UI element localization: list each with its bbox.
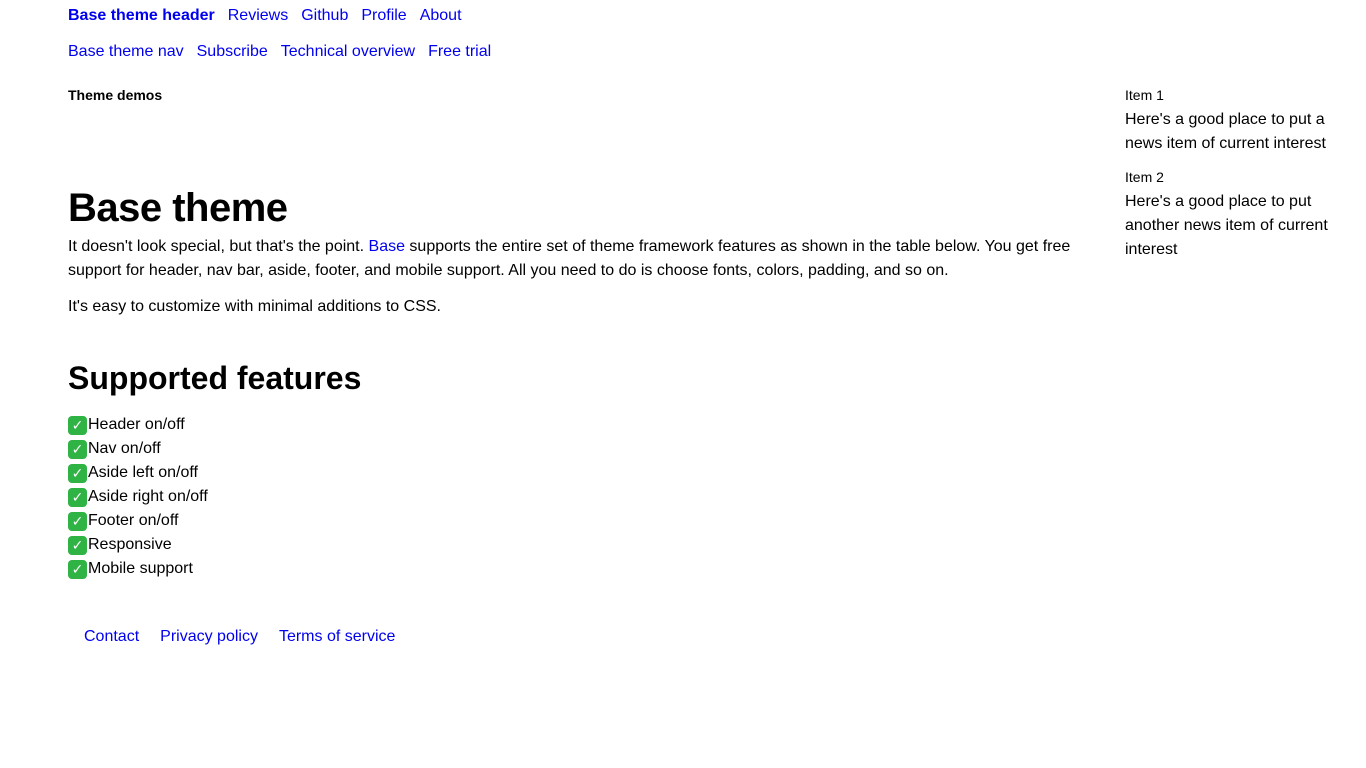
feature-item: ✓ Footer on/off (68, 509, 208, 533)
header-link-reviews[interactable]: Reviews (228, 4, 288, 28)
site-nav: Base theme nav Subscribe Technical overv… (68, 40, 491, 64)
nav-link-subscribe[interactable]: Subscribe (197, 40, 268, 64)
nav-link-technical-overview[interactable]: Technical overview (281, 40, 415, 64)
check-icon: ✓ (68, 487, 87, 507)
feature-label: Nav on/off (88, 440, 161, 457)
news-item: Item 1 Here's a good place to put a news… (1125, 84, 1340, 156)
header-link-github[interactable]: Github (301, 4, 348, 28)
features-list: ✓ Header on/off ✓ Nav on/off ✓ Aside left o… (68, 413, 208, 581)
feature-item: ✓ Mobile support (68, 557, 208, 581)
feature-item: ✓ Aside right on/off (68, 485, 208, 509)
intro-base-link[interactable]: Base (369, 238, 405, 255)
footer-link-privacy-policy[interactable]: Privacy policy (160, 625, 258, 649)
intro-paragraph: It doesn't look special, but that's the … (68, 235, 1088, 283)
features-heading: Supported features (68, 360, 362, 396)
footer-link-terms-of-service[interactable]: Terms of service (279, 625, 395, 649)
news-item-title: Item 2 (1125, 169, 1164, 185)
feature-label: Aside left on/off (88, 464, 198, 481)
header-brand-link[interactable]: Base theme header (68, 4, 215, 28)
nav-link-free-trial[interactable]: Free trial (428, 40, 491, 64)
nav-link-base-theme-nav[interactable]: Base theme nav (68, 40, 184, 64)
feature-label: Mobile support (88, 560, 193, 577)
aside-right: Item 1 Here's a good place to put a news… (1125, 84, 1340, 262)
check-icon: ✓ (68, 535, 87, 555)
news-item-body: Here's a good place to put another news … (1125, 193, 1328, 258)
feature-item: ✓ Header on/off (68, 413, 208, 437)
feature-item: ✓ Responsive (68, 533, 208, 557)
site-footer: Contact Privacy policy Terms of service (84, 625, 395, 649)
feature-label: Footer on/off (88, 512, 179, 529)
check-icon: ✓ (68, 511, 87, 531)
page-title: Base theme (68, 186, 288, 230)
intro-text-start: It doesn't look special, but that's the … (68, 238, 369, 255)
news-item: Item 2 Here's a good place to put anothe… (1125, 166, 1340, 262)
page: Base theme header Reviews Github Profile… (0, 0, 1366, 768)
feature-item: ✓ Aside left on/off (68, 461, 208, 485)
feature-label: Aside right on/off (88, 488, 208, 505)
feature-label: Responsive (88, 536, 172, 553)
feature-item: ✓ Nav on/off (68, 437, 208, 461)
customize-paragraph: It's easy to customize with minimal addi… (68, 298, 441, 315)
check-icon: ✓ (68, 463, 87, 483)
site-header: Base theme header Reviews Github Profile… (68, 4, 462, 28)
footer-link-contact[interactable]: Contact (84, 625, 139, 649)
theme-demos-label: Theme demos (68, 87, 163, 103)
main-content: Theme demos Base theme It doesn't look s… (68, 84, 1088, 579)
header-link-profile[interactable]: Profile (361, 4, 406, 28)
check-icon: ✓ (68, 439, 87, 459)
check-icon: ✓ (68, 415, 87, 435)
news-item-body: Here's a good place to put a news item o… (1125, 111, 1326, 152)
news-item-title: Item 1 (1125, 87, 1164, 103)
check-icon: ✓ (68, 559, 87, 579)
feature-label: Header on/off (88, 416, 185, 433)
header-link-about[interactable]: About (420, 4, 462, 28)
